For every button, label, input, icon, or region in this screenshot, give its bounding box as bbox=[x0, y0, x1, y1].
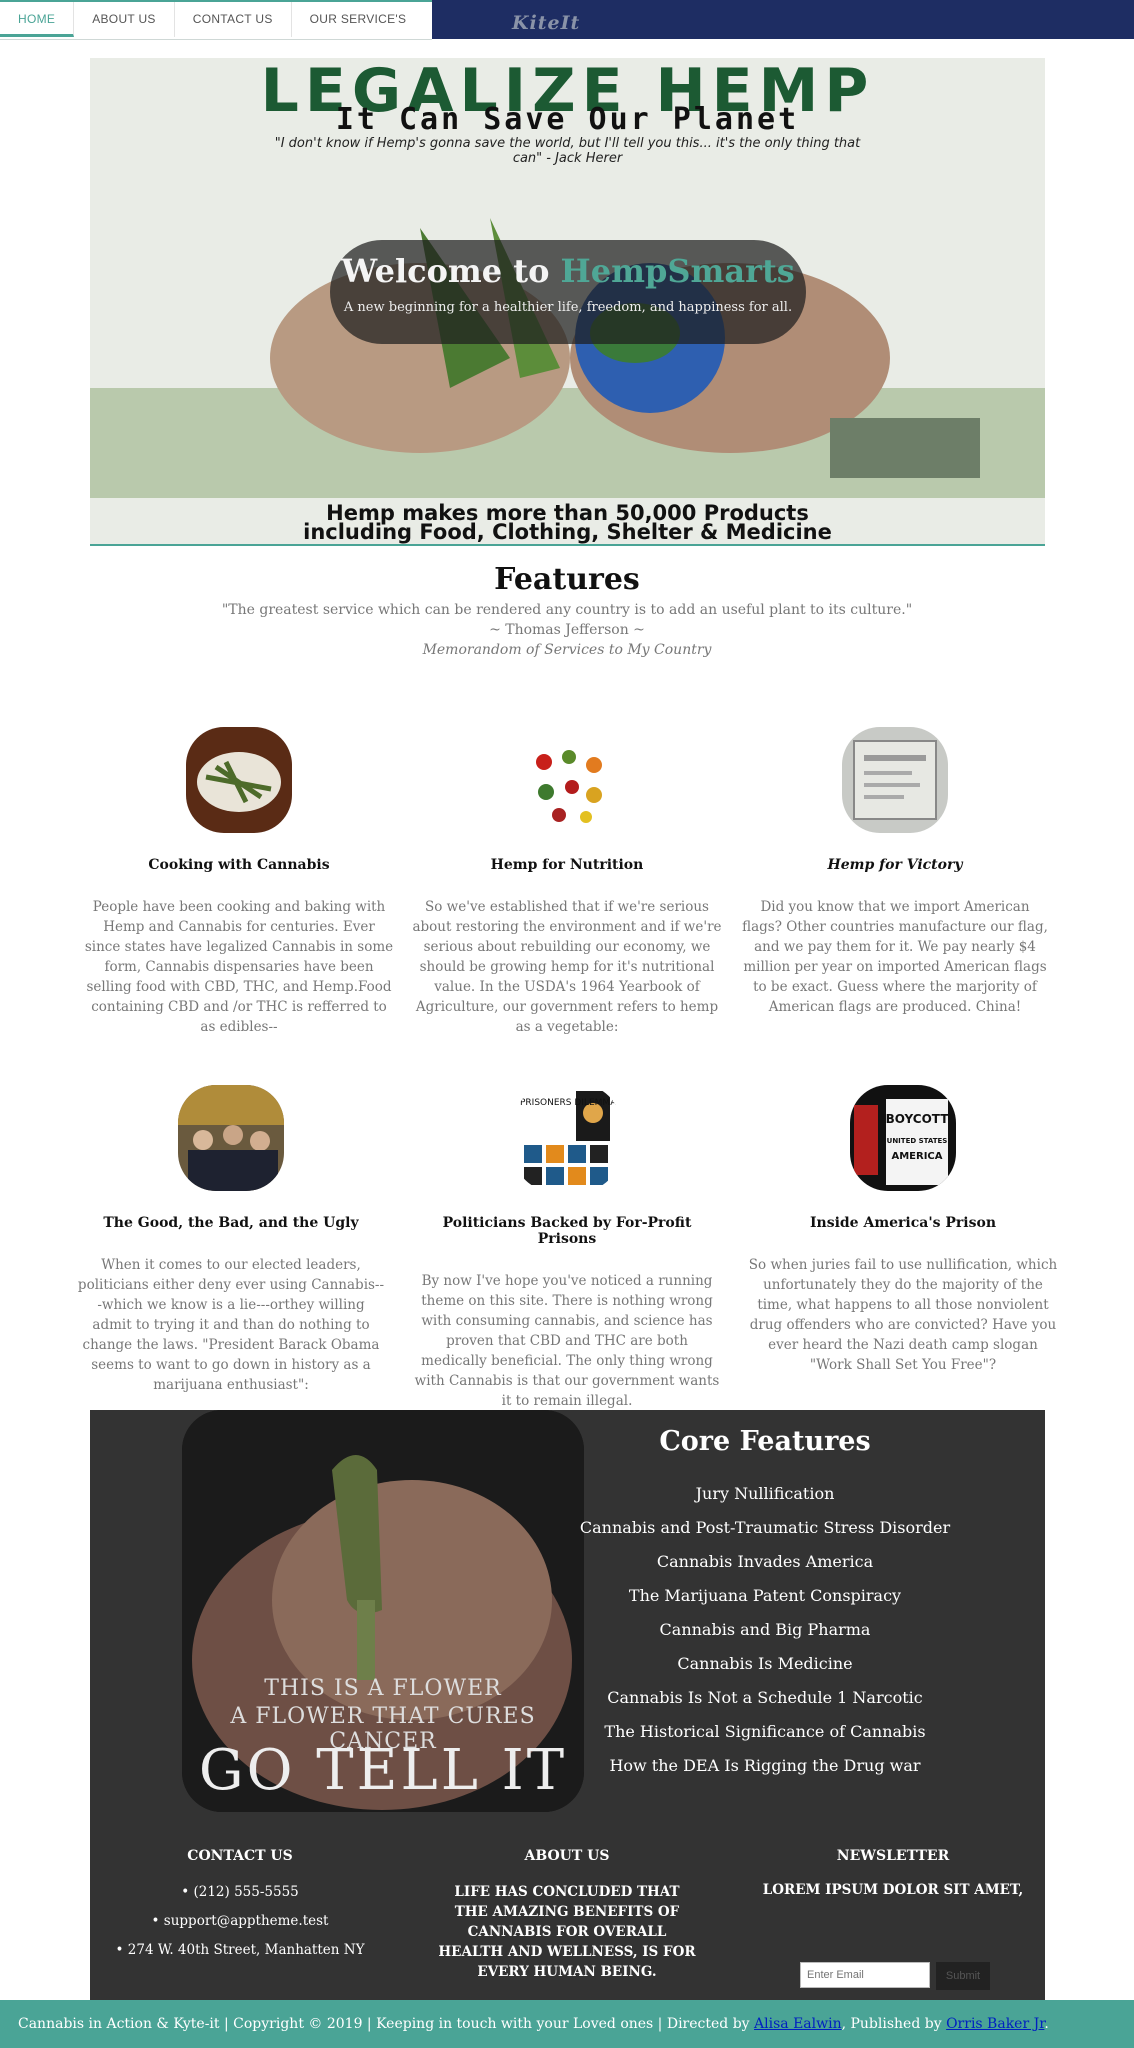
about-column: ABOUT US LIFE HAS CONCLUDED THAT THE AMA… bbox=[417, 1848, 717, 1982]
united-states-text: UNITED STATES bbox=[887, 1137, 948, 1145]
poster-bottom: Hemp makes more than 50,000 Products inc… bbox=[90, 503, 1045, 544]
prison-thumbnail[interactable]: BOYCOTT UNITED STATES AMERICA bbox=[850, 1085, 956, 1191]
america-text: AMERICA bbox=[891, 1151, 942, 1162]
nav-our-services[interactable]: OUR SERVICE'S bbox=[292, 2, 425, 37]
core-link-jury-nullification[interactable]: Jury Nullification bbox=[570, 1482, 960, 1516]
newsletter-title: NEWSLETTER bbox=[836, 1848, 950, 1864]
card-title[interactable]: Inside America's Prison bbox=[748, 1215, 1058, 1231]
core-link-patent-conspiracy[interactable]: The Marijuana Patent Conspiracy bbox=[570, 1584, 960, 1618]
about-title: ABOUT US bbox=[524, 1848, 610, 1864]
core-link-historical[interactable]: The Historical Significance of Cannabis bbox=[570, 1720, 960, 1754]
core-link-big-pharma[interactable]: Cannabis and Big Pharma bbox=[570, 1618, 960, 1652]
contact-list: • (212) 555-5555 • support@apptheme.test… bbox=[90, 1882, 390, 1969]
card-title[interactable]: Politicians Backed by For-Profit Prisons bbox=[412, 1215, 722, 1247]
newsletter-column: NEWSLETTER LOREM IPSUM DOLOR SIT AMET, bbox=[743, 1848, 1043, 1898]
newsletter-submit-button[interactable]: Submit bbox=[936, 1962, 990, 1990]
period-text: . bbox=[1044, 2016, 1049, 2032]
newsletter-email-input[interactable] bbox=[800, 1962, 930, 1988]
core-features-title: Core Features bbox=[659, 1426, 871, 1457]
features-title: Features bbox=[494, 562, 640, 597]
feature-card-politicians: The Good, the Bad, and the Ugly When it … bbox=[76, 1085, 386, 1395]
contact-title: CONTACT US bbox=[187, 1848, 293, 1864]
contact-phone[interactable]: • (212) 555-5555 bbox=[90, 1882, 390, 1911]
copyright-text: Cannabis in Action & Kyte-it | Copyright… bbox=[18, 2016, 755, 2032]
card-text: When it comes to our elected leaders, po… bbox=[77, 1257, 385, 1393]
copyright-bar: Cannabis in Action & Kyte-it | Copyright… bbox=[0, 2000, 1134, 2048]
card-title[interactable]: Hemp for Nutrition bbox=[412, 857, 722, 873]
hero-banner: LEGALIZE HEMP It Can Save Our Planet "I … bbox=[90, 58, 1045, 546]
quote-author: ~ Thomas Jefferson ~ bbox=[489, 622, 645, 638]
nav-contact-us[interactable]: CONTACT US bbox=[175, 2, 292, 37]
core-link-dea[interactable]: How the DEA Is Rigging the Drug war bbox=[570, 1754, 960, 1788]
poster-quote: "I don't know if Hemp's gonna save the w… bbox=[274, 136, 861, 166]
core-link-invades-america[interactable]: Cannabis Invades America bbox=[570, 1550, 960, 1584]
quote-source: Memorandom of Services to My Country bbox=[422, 642, 712, 658]
card-text: Did you know that we import American fla… bbox=[742, 899, 1048, 1015]
core-features-section: THIS IS A FLOWER A FLOWER THAT CURES CAN… bbox=[90, 1410, 1045, 2000]
email-text: support@apptheme.test bbox=[163, 1913, 329, 1929]
nav-menu: HOME ABOUT US CONTACT US OUR SERVICE'S bbox=[0, 0, 432, 40]
nav-about-us[interactable]: ABOUT US bbox=[74, 2, 175, 37]
top-navbar: HOME ABOUT US CONTACT US OUR SERVICE'S K… bbox=[0, 0, 1134, 40]
address-text: 274 W. 40th Street, Manhatten NY bbox=[127, 1942, 365, 1958]
core-link-medicine[interactable]: Cannabis Is Medicine bbox=[570, 1652, 960, 1686]
newsletter-text: LOREM IPSUM DOLOR SIT AMET, bbox=[762, 1882, 1024, 1898]
core-link-schedule-1[interactable]: Cannabis Is Not a Schedule 1 Narcotic bbox=[570, 1686, 960, 1720]
core-features-list: Jury Nullification Cannabis and Post-Tra… bbox=[570, 1482, 960, 1788]
core-link-ptsd[interactable]: Cannabis and Post-Traumatic Stress Disor… bbox=[570, 1516, 960, 1550]
director-link[interactable]: Alisa Ealwin bbox=[754, 2016, 842, 2032]
prisoners-dilemma-text: PRISONERS DILEMMA bbox=[520, 1098, 617, 1108]
brand-logo[interactable]: KiteIt bbox=[512, 12, 580, 34]
quote-text: "The greatest service which can be rende… bbox=[221, 602, 913, 618]
feature-card-inside-prison: BOYCOTT UNITED STATES AMERICA Inside Ameri… bbox=[748, 1085, 1058, 1375]
poster-subtitle: It Can Save Our Planet bbox=[335, 102, 800, 137]
go-tell-it-image: THIS IS A FLOWER A FLOWER THAT CURES CAN… bbox=[182, 1410, 584, 1812]
card-title[interactable]: Hemp for Victory bbox=[740, 857, 1050, 873]
hero-title-accent: HempSmarts bbox=[560, 252, 795, 290]
feature-card-victory: Hemp for Victory Did you know that we im… bbox=[740, 727, 1050, 1017]
hero-caption: Welcome to HempSmarts A new beginning fo… bbox=[330, 240, 806, 344]
image-line-1: THIS IS A FLOWER bbox=[264, 1676, 502, 1701]
contact-address: • 274 W. 40th Street, Manhatten NY bbox=[115, 1942, 365, 1958]
card-text: So when juries fail to use nullification… bbox=[748, 1257, 1058, 1373]
card-text: By now I've hope you've noticed a runnin… bbox=[414, 1273, 720, 1409]
cooking-thumbnail[interactable] bbox=[186, 727, 292, 833]
about-text: LIFE HAS CONCLUDED THAT THE AMAZING BENE… bbox=[438, 1884, 696, 1980]
politicians-thumbnail[interactable] bbox=[178, 1085, 284, 1191]
hero-title-prefix: Welcome to bbox=[341, 252, 561, 290]
image-line-3: GO TELL IT bbox=[198, 1738, 568, 1803]
contact-column: CONTACT US • (212) 555-5555 • support@ap… bbox=[90, 1848, 390, 1969]
publisher-link[interactable]: Orris Baker Jr bbox=[946, 2016, 1044, 2032]
published-text: , Published by bbox=[841, 2016, 947, 2032]
newsletter-form: Submit bbox=[800, 1962, 990, 1990]
phone-text: (212) 555-5555 bbox=[193, 1884, 299, 1900]
card-title[interactable]: Cooking with Cannabis bbox=[84, 857, 394, 873]
card-title[interactable]: The Good, the Bad, and the Ugly bbox=[76, 1215, 386, 1231]
hero-tagline: A new beginning for a healthier life, fr… bbox=[343, 300, 793, 315]
card-text: So we've established that if we're serio… bbox=[412, 899, 722, 1035]
feature-card-nutrition: Hemp for Nutrition So we've established … bbox=[412, 727, 722, 1037]
card-text: People have been cooking and baking with… bbox=[84, 899, 394, 1035]
boycott-text: BOYCOTT bbox=[886, 1112, 950, 1126]
features-quote: "The greatest service which can be rende… bbox=[0, 600, 1134, 660]
victory-thumbnail[interactable] bbox=[842, 727, 948, 833]
feature-card-cooking: Cooking with Cannabis People have been c… bbox=[84, 727, 394, 1037]
nutrition-thumbnail[interactable] bbox=[514, 727, 620, 833]
contact-email[interactable]: • support@apptheme.test bbox=[90, 1911, 390, 1940]
nav-home[interactable]: HOME bbox=[0, 2, 75, 37]
hero-title: Welcome to HempSmarts bbox=[330, 252, 806, 290]
poster-bottom-line-2: including Food, Clothing, Shelter & Medi… bbox=[303, 520, 832, 544]
feature-card-prisons: PRISONERS DILEMMA Politicians Backed by … bbox=[412, 1085, 722, 1411]
prisons-thumbnail[interactable]: PRISONERS DILEMMA bbox=[514, 1085, 620, 1191]
